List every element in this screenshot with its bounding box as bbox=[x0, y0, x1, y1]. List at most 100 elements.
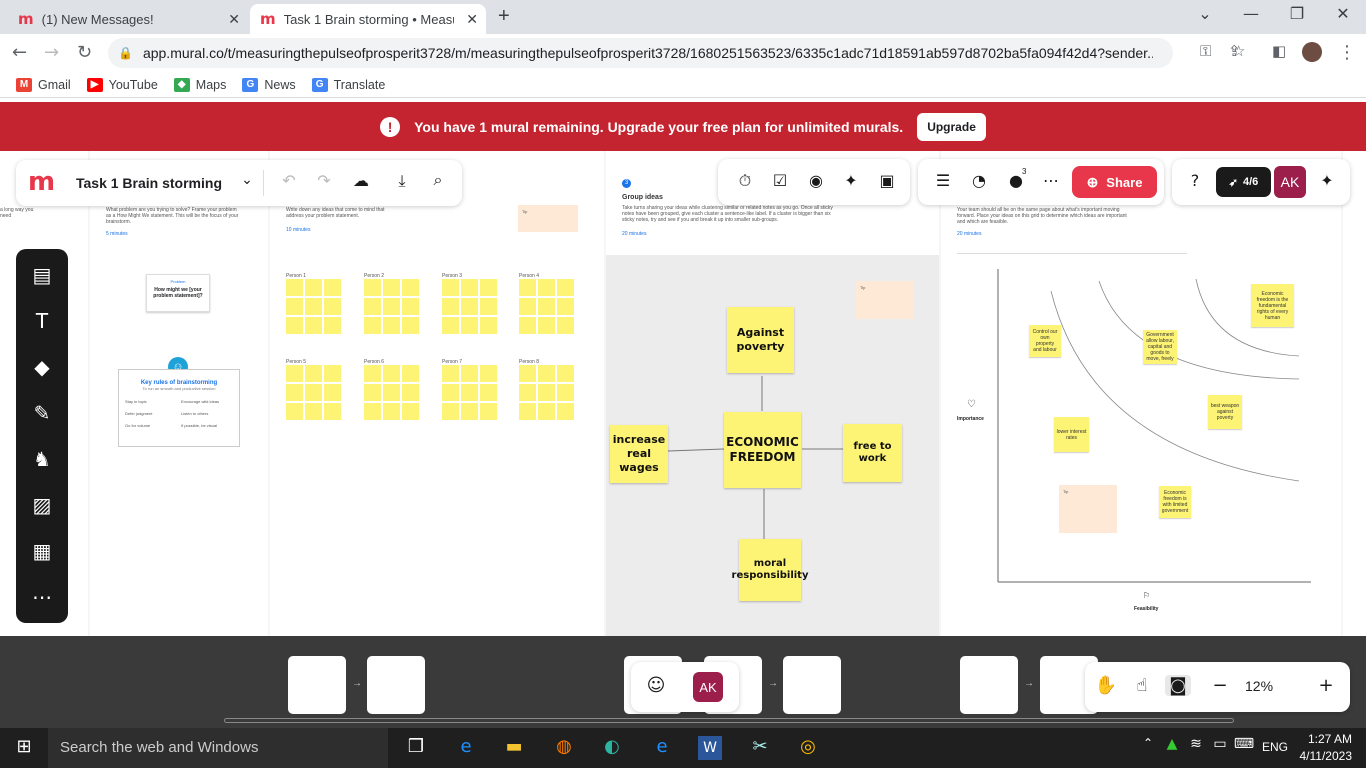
templates-tool-icon[interactable]: ▦ bbox=[16, 539, 68, 563]
tab-messages[interactable]: m (1) New Messages! ✕ bbox=[8, 4, 248, 34]
sticky-note-blank[interactable] bbox=[557, 317, 574, 334]
profile-avatar[interactable] bbox=[1302, 42, 1322, 62]
windows-start-icon[interactable]: ⊞ bbox=[12, 736, 36, 760]
sticky-note-blank[interactable] bbox=[383, 384, 400, 401]
sticky-note[interactable]: Economic freedom is with limited governm… bbox=[1159, 486, 1191, 518]
wifi-icon[interactable]: ≋ bbox=[1184, 736, 1208, 760]
sticky-note-blank[interactable] bbox=[324, 279, 341, 296]
sticky-note-blank[interactable] bbox=[519, 403, 536, 420]
sticky-note-blank[interactable] bbox=[324, 317, 341, 334]
user-avatar[interactable]: AK bbox=[1274, 166, 1306, 198]
sticky-note-blank[interactable] bbox=[557, 403, 574, 420]
sticky-note-idea[interactable]: Against poverty bbox=[727, 307, 794, 373]
sticky-note[interactable]: lower interest rates bbox=[1054, 417, 1089, 452]
sticky-note-blank[interactable] bbox=[461, 384, 478, 401]
outline-thumbnail[interactable] bbox=[960, 656, 1018, 714]
chevron-up-icon[interactable]: ⌃ bbox=[1136, 736, 1160, 760]
upgrade-button[interactable]: Upgrade bbox=[917, 112, 986, 141]
sticky-note-blank[interactable] bbox=[442, 403, 459, 420]
sticky-note-blank[interactable] bbox=[538, 298, 555, 315]
sticky-note-idea[interactable]: free to work bbox=[843, 424, 902, 482]
sticky-note-blank[interactable] bbox=[538, 279, 555, 296]
close-tab-icon[interactable]: ✕ bbox=[228, 11, 240, 28]
file-explorer-icon[interactable]: ▬ bbox=[502, 736, 526, 760]
edge-icon[interactable]: ◐ bbox=[600, 736, 624, 760]
zoom-in-icon[interactable]: + bbox=[1313, 675, 1339, 696]
user-avatar[interactable]: AK bbox=[693, 672, 723, 702]
pen-tool-icon[interactable]: ✎ bbox=[16, 401, 68, 425]
rules-card[interactable]: Key rules of brainstorming To run an smo… bbox=[118, 369, 240, 447]
bookmark-gmail[interactable]: M Gmail bbox=[16, 77, 71, 92]
bookmark-translate[interactable]: G Translate bbox=[311, 77, 385, 92]
sticky-note-idea[interactable]: increase real wages bbox=[610, 425, 668, 483]
close-tab-icon[interactable]: ✕ bbox=[466, 11, 478, 28]
sticky-note-blank[interactable] bbox=[364, 403, 381, 420]
sticky-note-blank[interactable] bbox=[480, 403, 497, 420]
sticky-note-blank[interactable] bbox=[383, 403, 400, 420]
sticky-note-blank[interactable] bbox=[442, 384, 459, 401]
zoom-level[interactable]: 12% bbox=[1245, 678, 1273, 694]
sticky-note-blank[interactable] bbox=[538, 365, 555, 382]
ie-icon[interactable]: e bbox=[454, 736, 478, 760]
sticky-note-blank[interactable] bbox=[364, 279, 381, 296]
onboarding-progress[interactable]: ➶ 4/6 bbox=[1216, 167, 1271, 197]
app-tray-icon[interactable]: ▲ bbox=[1160, 736, 1184, 760]
sticky-note-blank[interactable] bbox=[324, 365, 341, 382]
reload-icon[interactable]: ↻ bbox=[77, 42, 92, 63]
sticky-note-blank[interactable] bbox=[324, 384, 341, 401]
chrome-icon[interactable]: ◎ bbox=[796, 736, 820, 760]
sticky-note-blank[interactable] bbox=[538, 317, 555, 334]
minimize-icon[interactable]: — bbox=[1236, 4, 1266, 23]
sticky-note-blank[interactable] bbox=[480, 317, 497, 334]
chevron-down-icon[interactable]: ⌄ bbox=[234, 172, 260, 188]
timer-icon[interactable]: ⏱ bbox=[732, 171, 758, 191]
outline-thumbnail[interactable] bbox=[783, 656, 841, 714]
sticky-note-blank[interactable] bbox=[519, 279, 536, 296]
bookmark-news[interactable]: G News bbox=[242, 77, 296, 92]
battery-icon[interactable]: ▭ bbox=[1208, 736, 1232, 760]
ai-sparkle-icon[interactable]: ✦ bbox=[1314, 171, 1340, 190]
sticky-note-center[interactable]: ECONOMIC FREEDOM bbox=[724, 412, 801, 488]
redo-icon[interactable]: ↷ bbox=[311, 171, 337, 190]
new-tab-button[interactable]: + bbox=[498, 5, 510, 28]
shapes-tool-icon[interactable]: ◆ bbox=[16, 355, 68, 379]
share-button[interactable]: ⊕ Share bbox=[1072, 166, 1157, 198]
sticky-note-blank[interactable] bbox=[286, 365, 303, 382]
sticky-note-blank[interactable] bbox=[383, 279, 400, 296]
edge-legacy-icon[interactable]: e bbox=[650, 736, 674, 760]
search-icon[interactable]: ⌕ bbox=[425, 170, 451, 190]
sticky-note-blank[interactable] bbox=[461, 279, 478, 296]
help-icon[interactable]: ? bbox=[1182, 171, 1208, 190]
sticky-note-blank[interactable] bbox=[402, 279, 419, 296]
sticky-note-blank[interactable] bbox=[305, 279, 322, 296]
sticky-note-blank[interactable] bbox=[383, 298, 400, 315]
sticky-note-blank[interactable] bbox=[305, 384, 322, 401]
sticky-note-blank[interactable] bbox=[286, 317, 303, 334]
sticky-note-blank[interactable] bbox=[480, 298, 497, 315]
sticky-note-blank[interactable] bbox=[305, 403, 322, 420]
sticky-note-blank[interactable] bbox=[364, 317, 381, 334]
sticky-note-blank[interactable] bbox=[305, 365, 322, 382]
clock-date[interactable]: 4/11/2023 bbox=[1298, 749, 1353, 763]
sticky-note-blank[interactable] bbox=[305, 317, 322, 334]
sticky-note-blank[interactable] bbox=[442, 298, 459, 315]
sticky-note-tool-icon[interactable]: ▤ bbox=[16, 263, 68, 287]
clock-time[interactable]: 1:27 AM bbox=[1300, 732, 1352, 746]
sticky-note-blank[interactable] bbox=[402, 384, 419, 401]
firefox-icon[interactable]: ◍ bbox=[552, 736, 576, 760]
undo-icon[interactable]: ↶ bbox=[276, 171, 302, 190]
sticky-note-blank[interactable] bbox=[519, 317, 536, 334]
tip-note[interactable]: Tip bbox=[518, 205, 578, 232]
sticky-note-blank[interactable] bbox=[519, 365, 536, 382]
sticky-note-blank[interactable] bbox=[480, 279, 497, 296]
tip-note[interactable]: Tip bbox=[1059, 485, 1117, 533]
mural-title[interactable]: Task 1 Brain storming bbox=[76, 175, 222, 191]
mural-logo-icon[interactable]: m bbox=[28, 169, 55, 195]
map-icon[interactable]: ◙ bbox=[1165, 675, 1191, 696]
sticky-note-blank[interactable] bbox=[442, 365, 459, 382]
sticky-note-blank[interactable] bbox=[286, 403, 303, 420]
sticky-note-blank[interactable] bbox=[324, 298, 341, 315]
hand-icon[interactable]: ✋ bbox=[1093, 675, 1119, 696]
laser-pointer-icon[interactable]: ✦ bbox=[838, 171, 864, 190]
horizontal-scrollbar[interactable] bbox=[224, 718, 1234, 723]
